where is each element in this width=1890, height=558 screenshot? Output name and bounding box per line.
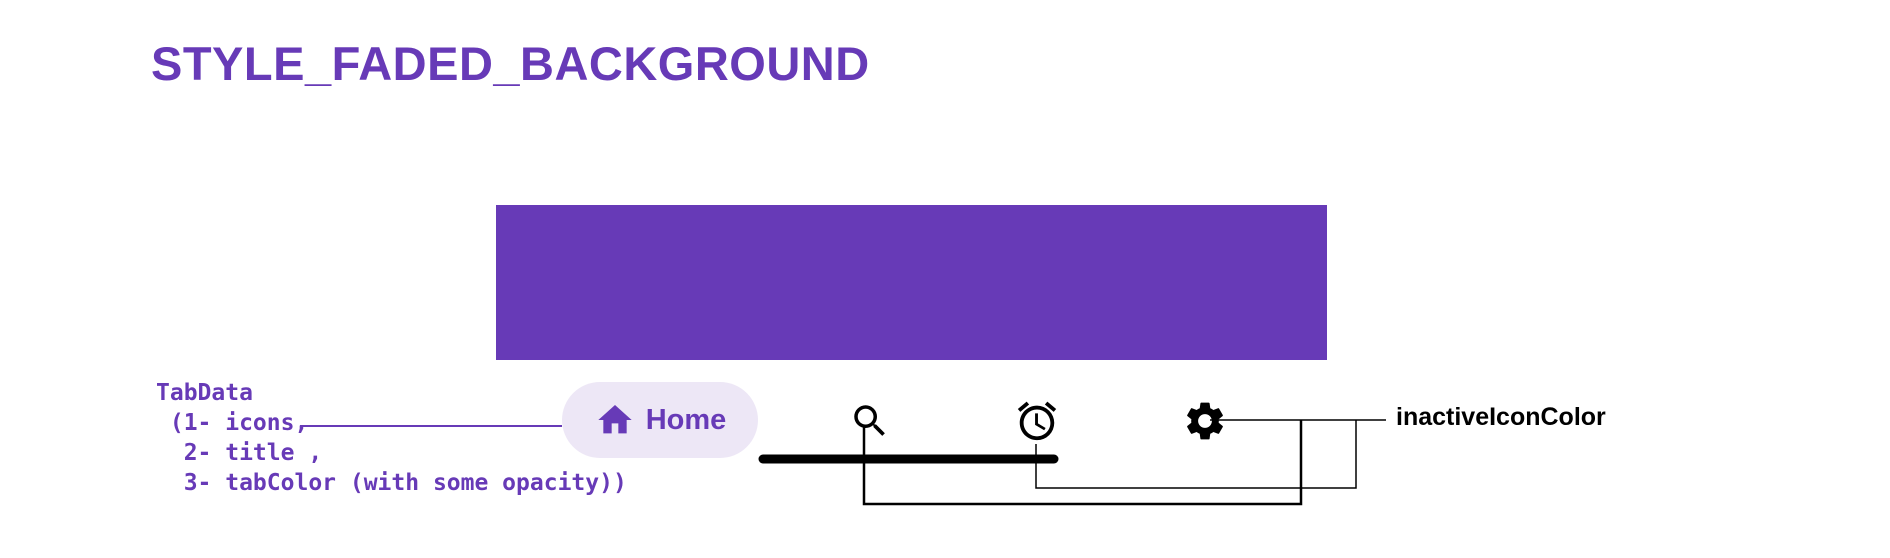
search-icon[interactable] xyxy=(849,400,891,442)
gear-icon[interactable] xyxy=(1182,398,1228,444)
search-icon-pointer-line xyxy=(862,420,1303,506)
alarm-clock-icon[interactable] xyxy=(1014,398,1060,444)
tab-home-label: Home xyxy=(645,403,727,436)
tab-home[interactable]: Home xyxy=(562,382,758,458)
inactive-icon-color-annotation: inactiveIconColor xyxy=(1396,403,1606,431)
diagram-title: STYLE_FADED_BACKGROUND xyxy=(151,37,870,90)
app-content-area xyxy=(496,205,1327,360)
home-icon xyxy=(598,405,632,434)
tab-data-annotation: TabData (1- icons, 2- title , 3- tabColo… xyxy=(156,380,627,496)
